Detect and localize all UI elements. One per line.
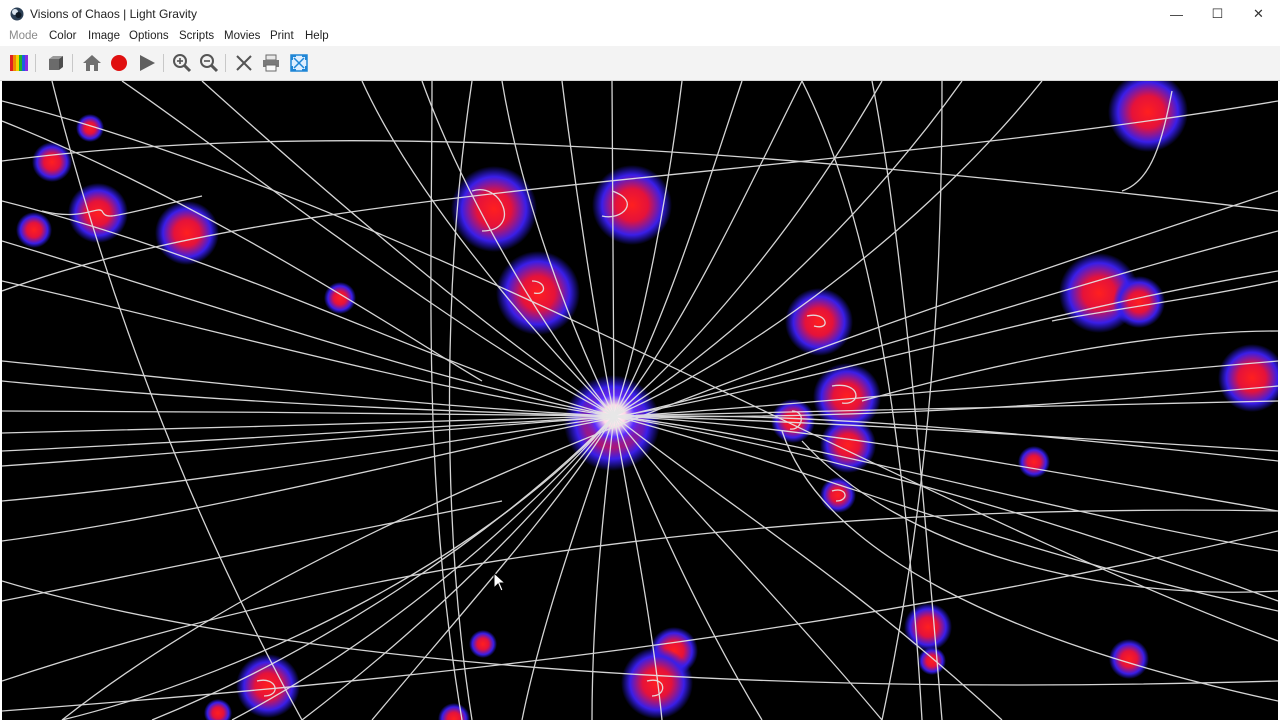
- home-icon: [83, 55, 101, 71]
- toolbar-separator: [163, 54, 164, 72]
- mass-body: [771, 399, 815, 443]
- zoom-out-button[interactable]: [198, 52, 220, 74]
- mass-body: [236, 654, 300, 718]
- tools-icon: [236, 55, 252, 71]
- title-bar: Visions of Chaos | Light Gravity — ☐ ✕: [0, 0, 1280, 28]
- close-button[interactable]: ✕: [1238, 0, 1279, 28]
- mass-body: [904, 603, 952, 651]
- maximize-button[interactable]: ☐: [1197, 0, 1238, 28]
- window-title: Visions of Chaos | Light Gravity: [30, 7, 197, 21]
- minimize-icon: —: [1170, 6, 1183, 22]
- minimize-button[interactable]: —: [1156, 0, 1197, 28]
- mass-body: [204, 699, 232, 720]
- mass-body: [621, 647, 693, 719]
- menu-scripts[interactable]: Scripts: [179, 30, 214, 42]
- menu-mode[interactable]: Mode: [9, 30, 38, 42]
- mass-body: [324, 282, 356, 314]
- record-icon: [111, 55, 127, 71]
- menu-bar: Mode Color Image Options Scripts Movies …: [0, 28, 1280, 46]
- mass-body: [785, 288, 853, 356]
- fullscreen-button[interactable]: [288, 52, 310, 74]
- mass-body: [820, 477, 856, 513]
- menu-image[interactable]: Image: [88, 30, 120, 42]
- play-button[interactable]: [136, 52, 158, 74]
- mass-body: [76, 114, 104, 142]
- mass-body: [469, 630, 497, 658]
- home-button[interactable]: [81, 52, 103, 74]
- mass-body: [438, 703, 470, 720]
- tools-button[interactable]: [233, 52, 255, 74]
- menu-options[interactable]: Options: [129, 30, 169, 42]
- print-button[interactable]: [260, 52, 282, 74]
- mass-body: [592, 165, 672, 245]
- palette-icon: [10, 55, 28, 71]
- play-icon: [140, 55, 155, 71]
- toolbar: [0, 46, 1280, 81]
- simulation-canvas[interactable]: [2, 81, 1278, 720]
- close-icon: ✕: [1253, 6, 1264, 21]
- print-icon: [263, 54, 279, 72]
- mouse-cursor-icon: [493, 572, 507, 592]
- light-gravity-render: [2, 81, 1278, 720]
- menu-print[interactable]: Print: [270, 30, 294, 42]
- 3d-box-icon: [49, 56, 63, 70]
- palette-button[interactable]: [8, 52, 30, 74]
- maximize-icon: ☐: [1211, 6, 1224, 21]
- record-button[interactable]: [108, 52, 130, 74]
- mass-body: [68, 183, 128, 243]
- mass-body: [16, 212, 52, 248]
- zoom-in-icon: [173, 54, 192, 73]
- zoom-in-button[interactable]: [171, 52, 193, 74]
- toolbar-separator: [225, 54, 226, 72]
- zoom-out-icon: [200, 54, 219, 73]
- fullscreen-icon: [290, 54, 308, 72]
- toolbar-separator: [72, 54, 73, 72]
- menu-help[interactable]: Help: [305, 30, 329, 42]
- mass-body: [918, 647, 946, 675]
- mass-body: [155, 201, 219, 265]
- toolbar-separator: [35, 54, 36, 72]
- 3d-view-button[interactable]: [45, 52, 67, 74]
- menu-color[interactable]: Color: [49, 30, 76, 42]
- mass-body: [1018, 446, 1050, 478]
- app-logo-icon: [10, 7, 24, 21]
- menu-movies[interactable]: Movies: [224, 30, 260, 42]
